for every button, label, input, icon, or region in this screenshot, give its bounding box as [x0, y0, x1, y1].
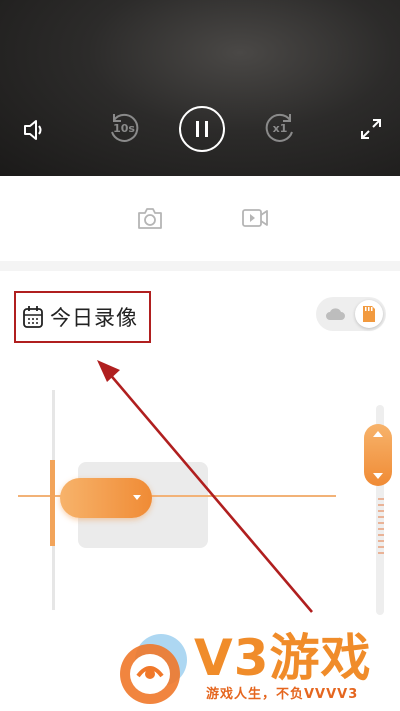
speed-label: x1 — [272, 121, 288, 135]
watermark-logo — [120, 634, 187, 704]
chevron-down-icon — [133, 495, 141, 500]
section-divider — [0, 261, 400, 271]
rewind-label: 10s — [113, 121, 135, 135]
today-recording-header[interactable]: 今日录像 — [14, 291, 151, 343]
screen: 10s x1 今日录像 V3游戏 游戏人生，不负VVVV3 — [0, 0, 400, 711]
chevron-down-icon — [373, 473, 383, 479]
pause-button[interactable] — [179, 106, 225, 152]
pause-icon — [196, 121, 208, 137]
speed-button[interactable]: x1 — [260, 108, 300, 148]
storage-toggle[interactable] — [316, 297, 386, 331]
watermark-slogan: 游戏人生，不负VVVV3 — [206, 687, 359, 702]
rewind-10s-button[interactable]: 10s — [104, 108, 144, 148]
zoom-scrollbar-thumb[interactable] — [364, 424, 392, 486]
time-handle-button[interactable] — [60, 478, 152, 518]
sd-card-icon — [363, 306, 375, 322]
timeline-marker — [50, 460, 55, 546]
video-player[interactable]: 10s x1 — [0, 0, 400, 176]
record-video-icon[interactable] — [238, 202, 272, 234]
watermark-brand: V3游戏 — [194, 629, 372, 687]
cloud-icon[interactable] — [324, 306, 346, 322]
volume-icon[interactable] — [18, 114, 50, 146]
screenshot-icon[interactable] — [134, 202, 166, 234]
toggle-knob[interactable] — [355, 300, 383, 328]
chevron-up-icon — [373, 431, 383, 437]
fullscreen-icon[interactable] — [356, 114, 386, 144]
scrollbar-ticks — [378, 498, 384, 558]
action-toolbar — [0, 176, 400, 261]
today-recording-title: 今日录像 — [50, 306, 138, 330]
calendar-icon — [23, 306, 43, 328]
